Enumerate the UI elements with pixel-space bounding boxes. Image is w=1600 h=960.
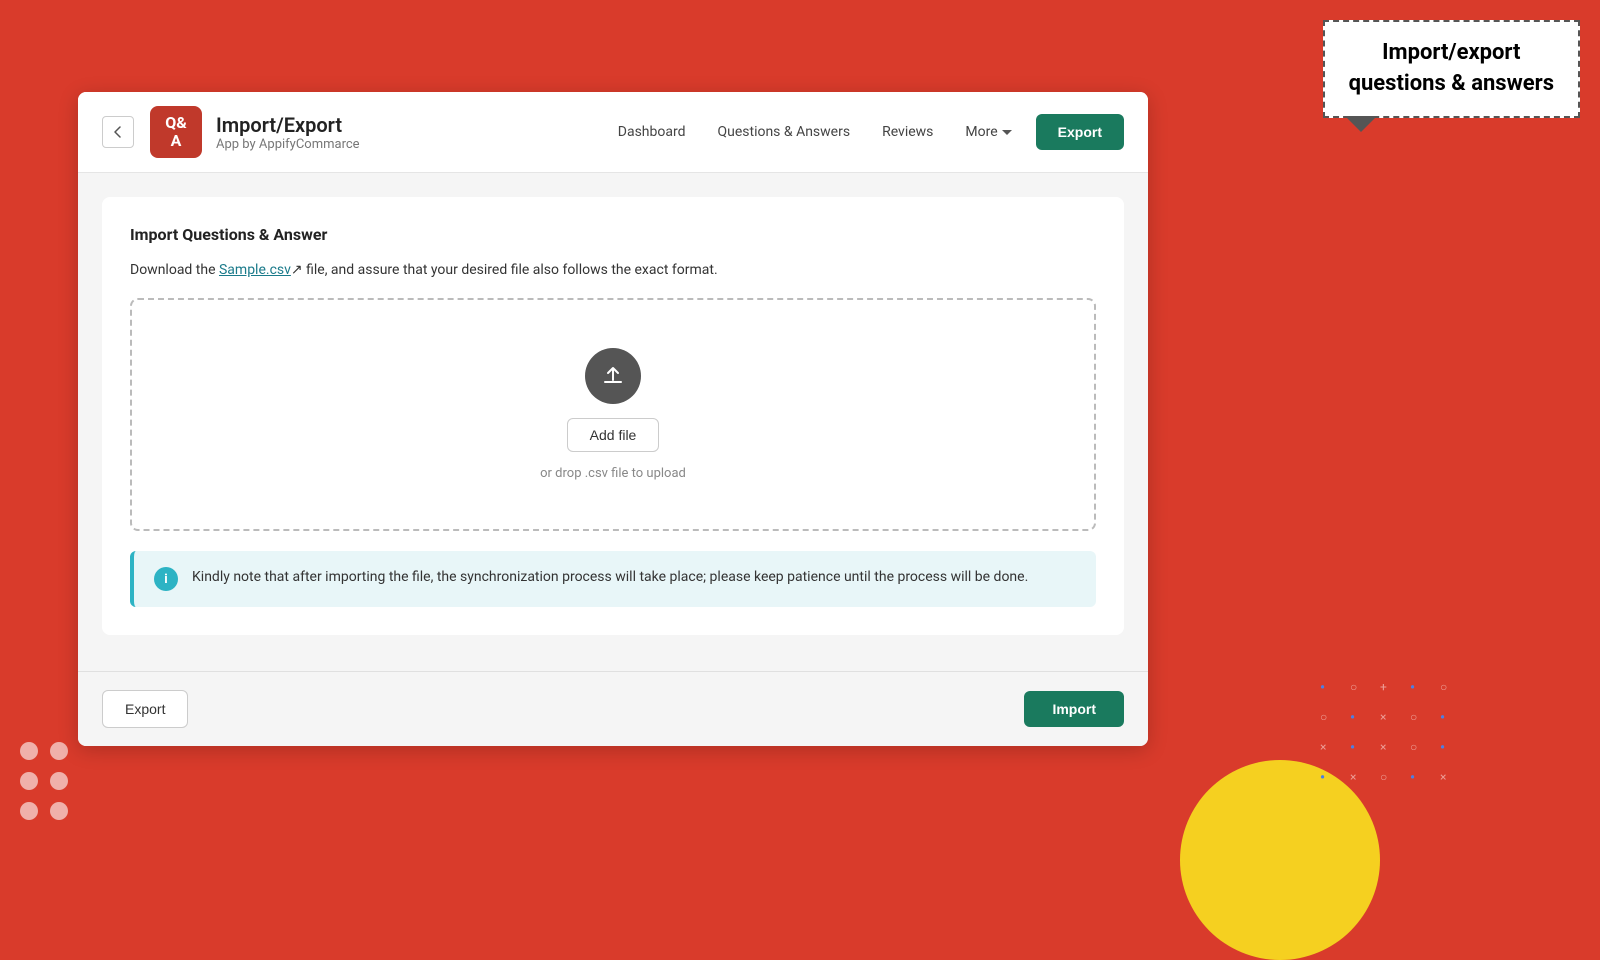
scatter-symbol: × <box>1380 710 1386 724</box>
app-footer: Export Import <box>78 671 1148 746</box>
scatter-symbol: • <box>1410 680 1415 696</box>
drop-hint: or drop .csv file to upload <box>540 466 686 481</box>
content-card: Import Questions & Answer Download the S… <box>102 197 1124 635</box>
import-button[interactable]: Import <box>1024 691 1124 727</box>
scatter-symbol: ○ <box>1410 710 1417 724</box>
upload-zone[interactable]: Add file or drop .csv file to upload <box>130 298 1096 531</box>
scatter-symbol: ○ <box>1320 710 1327 724</box>
nav-item-dashboard[interactable]: Dashboard <box>618 124 686 140</box>
annotation-text: Import/exportquestions & answers <box>1349 40 1554 96</box>
scatter-symbol: × <box>1440 770 1446 784</box>
decorative-dots-left <box>20 742 68 820</box>
app-subtitle: App by AppifyCommarce <box>216 137 618 152</box>
scatter-symbol: × <box>1350 770 1356 784</box>
footer-export-button[interactable]: Export <box>102 690 188 728</box>
scatter-symbol: ○ <box>1440 680 1447 694</box>
scatter-symbol: × <box>1380 740 1386 754</box>
info-icon: i <box>154 567 178 591</box>
app-logo-text: Q&A <box>165 114 187 149</box>
scatter-symbol: × <box>1320 740 1326 754</box>
annotation-box: Import/exportquestions & answers <box>1323 20 1580 118</box>
scatter-symbol: ○ <box>1410 740 1417 754</box>
nav-menu: Dashboard Questions & Answers Reviews Mo… <box>618 124 1012 140</box>
scatter-symbol: • <box>1350 710 1355 726</box>
app-logo: Q&A <box>150 106 202 158</box>
decorative-scatter: • ○ + • ○ ○ • × ○ • × • × ○ • • × ○ • × <box>1310 680 1550 860</box>
app-window: Q&A Import/Export App by AppifyCommarce … <box>78 92 1148 746</box>
scatter-symbol: ○ <box>1380 770 1387 784</box>
scatter-symbol: • <box>1440 740 1445 756</box>
nav-item-more[interactable]: More <box>965 124 1011 140</box>
nav-item-questions-answers[interactable]: Questions & Answers <box>717 124 850 140</box>
back-button[interactable] <box>102 116 134 148</box>
app-title: Import/Export <box>216 113 618 137</box>
scatter-symbol: • <box>1320 680 1325 696</box>
header-export-button[interactable]: Export <box>1036 114 1124 150</box>
sample-csv-link[interactable]: Sample.csv <box>219 262 291 278</box>
app-header: Q&A Import/Export App by AppifyCommarce … <box>78 92 1148 173</box>
instruction-text: Download the Sample.csv↗ file, and assur… <box>130 262 1096 278</box>
scatter-symbol: • <box>1350 740 1355 756</box>
info-notice-text: Kindly note that after importing the fil… <box>192 567 1028 588</box>
scatter-symbol: ○ <box>1350 680 1357 694</box>
scatter-symbol: • <box>1320 770 1325 786</box>
add-file-button[interactable]: Add file <box>567 418 660 452</box>
nav-item-reviews[interactable]: Reviews <box>882 124 933 140</box>
main-content: Import Questions & Answer Download the S… <box>78 173 1148 671</box>
scatter-symbol: • <box>1410 770 1415 786</box>
scatter-symbol: + <box>1380 680 1387 694</box>
upload-icon <box>585 348 641 404</box>
scatter-symbol: • <box>1440 710 1445 726</box>
info-notice: i Kindly note that after importing the f… <box>130 551 1096 607</box>
app-title-group: Import/Export App by AppifyCommarce <box>216 113 618 152</box>
section-title: Import Questions & Answer <box>130 225 1096 244</box>
chevron-down-icon <box>1002 130 1012 135</box>
